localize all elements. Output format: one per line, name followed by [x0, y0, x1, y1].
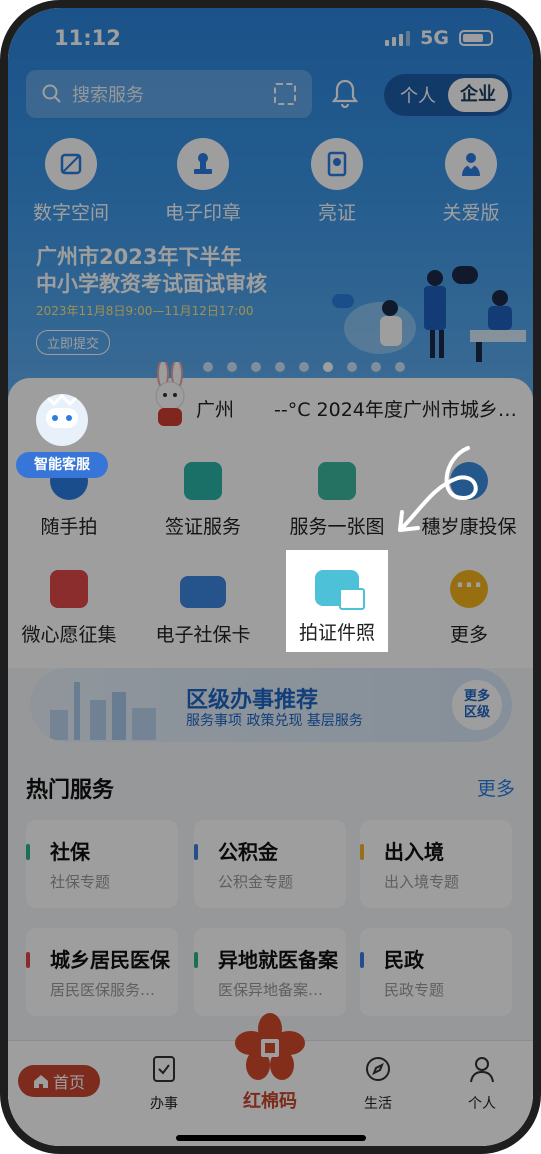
signal-icon — [385, 30, 411, 46]
weather-marquee: --°C 2024年度广州市城乡… — [274, 399, 517, 421]
seal-icon — [177, 138, 229, 190]
search-icon — [42, 84, 61, 103]
certificate-icon — [311, 138, 363, 190]
id-photo-icon — [315, 570, 365, 610]
tab-home[interactable]: 首页 — [18, 1065, 100, 1097]
service-visa[interactable]: 签证服务 — [138, 462, 268, 539]
home-icon — [33, 1075, 48, 1088]
care-icon — [445, 138, 497, 190]
network-label: 5G — [420, 27, 449, 49]
bell-icon[interactable] — [332, 78, 358, 108]
heart-icon — [50, 570, 88, 608]
shortcut-label: 电子印章 — [164, 202, 241, 224]
tab-work[interactable]: 办事 — [124, 1055, 204, 1113]
status-bar: 11:12 5G — [54, 24, 493, 52]
card-icon — [180, 576, 226, 608]
person-icon — [470, 1057, 494, 1083]
passport-icon — [184, 462, 222, 500]
bottom-tab-bar: 首页 办事 红棉码 生活 个人 — [8, 1013, 533, 1146]
recommend-more-button[interactable]: 更多区级 — [452, 680, 502, 730]
service-social-card[interactable]: 电子社保卡 — [138, 570, 268, 647]
recommend-subtitle: 服务事项 政策兑现 基层服务 — [186, 713, 363, 729]
search-bar[interactable]: 搜索服务 — [26, 70, 312, 118]
digital-space-icon — [45, 138, 97, 190]
scan-icon[interactable] — [274, 83, 296, 105]
checklist-icon — [153, 1056, 175, 1082]
hot-card-immigration[interactable]: 出入境 出入境专题 — [360, 820, 512, 908]
banner-pagination — [203, 362, 405, 372]
tab-life[interactable]: 生活 — [338, 1055, 418, 1113]
hot-card-medical-insurance[interactable]: 城乡居民医保 居民医保服务… — [26, 928, 178, 1016]
map-pin-icon — [318, 462, 356, 500]
service-map[interactable]: 服务一张图 — [272, 462, 402, 539]
kapok-flower-icon — [235, 1013, 305, 1080]
hot-card-remote-medical[interactable]: 异地就医备案 医保异地备案… — [194, 928, 346, 1016]
more-dots-icon: ··· — [450, 570, 488, 608]
service-wish[interactable]: 微心愿征集 — [8, 570, 134, 647]
service-more[interactable]: ··· 更多 — [404, 570, 533, 647]
smart-assistant-button[interactable]: 智能客服 — [16, 386, 108, 486]
banner-illustration — [332, 266, 526, 362]
shortcut-seal[interactable]: 电子印章 — [158, 138, 248, 225]
shortcut-digital-space[interactable]: 数字空间 — [26, 138, 116, 225]
hot-card-housing-fund[interactable]: 公积金 公积金专题 — [194, 820, 346, 908]
hot-card-civil-affairs[interactable]: 民政 民政专题 — [360, 928, 512, 1016]
weather-city: 广州 — [196, 399, 235, 421]
shortcut-care[interactable]: 关爱版 — [426, 138, 516, 225]
service-id-photo: 拍证件照 — [298, 622, 375, 644]
rabbit-mascot-icon — [155, 362, 185, 426]
shortcut-certificate[interactable]: 亮证 — [292, 138, 382, 225]
banner-date: 2023年11月8日9:00—11月12日17:00 — [36, 304, 254, 318]
compass-icon — [366, 1057, 390, 1081]
top-shortcuts: 数字空间 电子印章 亮证 关爱版 — [8, 138, 533, 228]
toggle-enterprise[interactable]: 企业 — [448, 78, 508, 112]
phone-frame: 11:12 5G 搜索服务 个人 企业 数字空间 电子印章 亮证 关爱版 广州市… — [0, 0, 541, 1154]
smart-assistant-label: 智能客服 — [16, 452, 108, 478]
search-placeholder: 搜索服务 — [72, 85, 144, 106]
highlight-spotlight[interactable]: 拍证件照 — [286, 550, 388, 652]
home-indicator[interactable] — [176, 1135, 366, 1141]
header-hero: 11:12 5G 搜索服务 个人 企业 数字空间 电子印章 亮证 关爱版 广州市… — [8, 8, 533, 403]
shortcut-label: 数字空间 — [32, 202, 109, 224]
shortcut-label: 关爱版 — [442, 202, 500, 224]
robot-mascot-icon — [36, 393, 88, 446]
banner-submit-button[interactable]: 立即提交 — [36, 330, 111, 355]
city-skyline-icon — [50, 682, 156, 740]
district-recommend-banner[interactable]: 区级办事推荐 服务事项 政策兑现 基层服务 更多区级 — [30, 668, 512, 742]
status-time: 11:12 — [54, 26, 121, 50]
battery-icon — [459, 30, 493, 46]
screen: 11:12 5G 搜索服务 个人 企业 数字空间 电子印章 亮证 关爱版 广州市… — [8, 8, 533, 1146]
tab-center-code[interactable]: 红棉码 — [230, 1013, 310, 1113]
tab-me[interactable]: 个人 — [442, 1055, 522, 1113]
account-toggle[interactable]: 个人 企业 — [384, 74, 512, 116]
hot-more-link[interactable]: 更多 — [477, 774, 515, 801]
shortcut-label: 亮证 — [317, 202, 356, 224]
hot-title: 热门服务 — [26, 778, 115, 803]
toggle-personal[interactable]: 个人 — [388, 82, 448, 108]
guide-arrow-icon — [398, 446, 478, 532]
hot-card-social-security[interactable]: 社保 社保专题 — [26, 820, 178, 908]
banner-title[interactable]: 广州市2023年下半年 中小学教资考试面试审核 — [36, 244, 267, 298]
